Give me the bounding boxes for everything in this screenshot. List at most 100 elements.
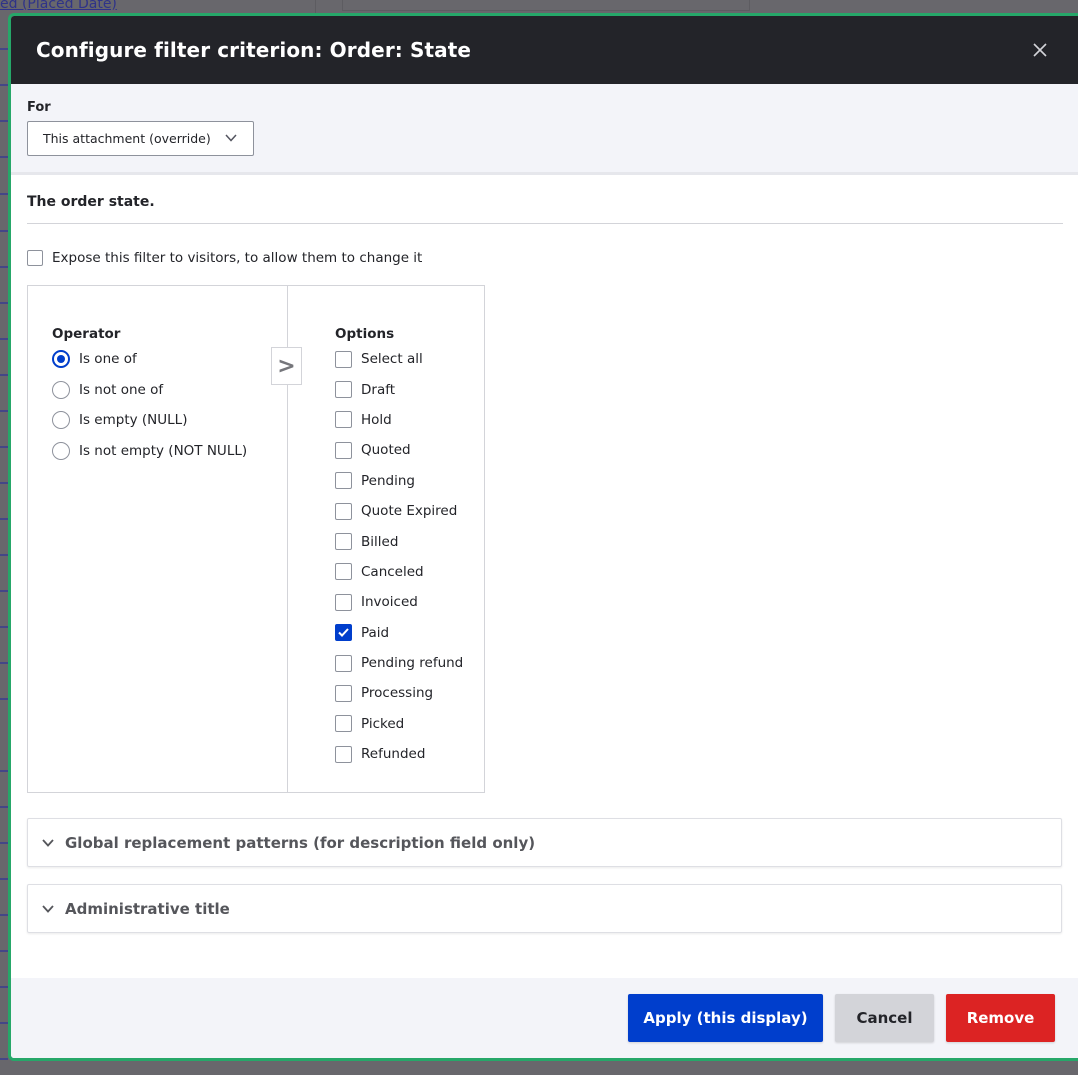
option-item[interactable]: Quote Expired xyxy=(335,496,463,526)
option-checkbox[interactable] xyxy=(335,745,352,763)
option-checkbox[interactable] xyxy=(335,350,352,368)
option-label: Hold xyxy=(361,411,392,428)
operator-radio[interactable] xyxy=(52,441,70,460)
option-checkbox[interactable] xyxy=(335,502,352,520)
background-link-stub xyxy=(0,48,8,50)
background-link-stub xyxy=(0,878,8,880)
option-item[interactable]: Refunded xyxy=(335,739,463,769)
background-link-stub xyxy=(0,338,8,340)
option-checkbox[interactable] xyxy=(335,381,352,399)
administrative-title-toggle[interactable]: Administrative title xyxy=(27,884,1062,933)
option-item[interactable]: Canceled xyxy=(335,557,463,587)
background-divider xyxy=(315,0,316,14)
option-label: Pending refund xyxy=(361,655,464,672)
option-item[interactable]: Picked xyxy=(335,709,463,739)
background-link: ed (Placed Date) xyxy=(0,0,117,12)
chevron-down-icon xyxy=(42,904,54,913)
background-link-stub xyxy=(0,374,8,376)
option-checkbox[interactable] xyxy=(335,411,352,429)
option-label: Refunded xyxy=(361,746,426,763)
for-select[interactable]: This attachment (override) xyxy=(27,121,254,156)
background-link-stub xyxy=(0,770,8,772)
option-item[interactable]: Invoiced xyxy=(335,587,463,617)
section-label: Global replacement patterns (for descrip… xyxy=(65,833,536,852)
option-item[interactable]: Hold xyxy=(335,405,463,435)
for-section: For This attachment (override) xyxy=(11,84,1078,175)
background-link-stub xyxy=(0,482,8,484)
background-link-stub xyxy=(0,193,8,195)
apply-button[interactable]: Apply (this display) xyxy=(628,994,823,1042)
global-replacement-patterns-toggle[interactable]: Global replacement patterns (for descrip… xyxy=(27,818,1062,867)
option-checkbox[interactable] xyxy=(335,593,352,611)
background-panel xyxy=(342,0,750,11)
dialog-content: The order state. Expose this filter to v… xyxy=(11,175,1078,933)
option-checkbox[interactable] xyxy=(335,441,352,459)
operator-option[interactable]: Is one of xyxy=(52,344,287,375)
option-label: Pending xyxy=(361,472,415,489)
background-link-stub xyxy=(0,518,8,520)
option-item[interactable]: Paid xyxy=(335,618,463,648)
option-checkbox[interactable] xyxy=(335,472,352,490)
operator-option[interactable]: Is not empty (NOT NULL) xyxy=(52,436,287,467)
option-checkbox[interactable] xyxy=(335,654,352,672)
option-label: Paid xyxy=(361,624,390,641)
options-checkbox-group: Select all Draft Hold Quoted Pending Quote Ex… xyxy=(335,344,463,769)
option-checkbox[interactable] xyxy=(335,563,352,581)
option-label: Select all xyxy=(361,351,423,368)
background-link-stub xyxy=(0,446,8,448)
options-title: Options xyxy=(335,326,395,342)
background-link-stub xyxy=(0,84,8,86)
background-link-stub xyxy=(0,806,8,808)
expose-filter-checkbox[interactable] xyxy=(27,250,43,266)
collapse-arrow-button[interactable]: > xyxy=(271,347,302,385)
background-link-stub xyxy=(0,842,8,844)
background-link-stub xyxy=(0,410,8,412)
option-label: Draft xyxy=(361,381,396,398)
dialog-title: Configure filter criterion: Order: State xyxy=(36,38,472,62)
cancel-button[interactable]: Cancel xyxy=(835,994,934,1042)
option-checkbox[interactable] xyxy=(335,533,352,551)
for-select-value: This attachment (override) xyxy=(43,131,211,146)
option-checkbox[interactable] xyxy=(335,715,352,733)
option-item[interactable]: Pending refund xyxy=(335,648,463,678)
option-checkbox[interactable] xyxy=(335,624,352,642)
for-label: For xyxy=(27,100,51,115)
operator-radio[interactable] xyxy=(52,411,70,430)
background-link-stub xyxy=(0,230,8,232)
close-button[interactable] xyxy=(1030,40,1050,60)
options-column: Options Select all Draft Hold Quoted Pending… xyxy=(288,286,463,792)
option-label: Canceled xyxy=(361,563,424,580)
option-item[interactable]: Processing xyxy=(335,678,463,708)
background-link-stub xyxy=(0,914,8,916)
background-link-stub xyxy=(0,626,8,628)
dialog-footer: Apply (this display) Cancel Remove xyxy=(11,978,1078,1058)
option-item[interactable]: Billed xyxy=(335,526,463,556)
background-link-stub xyxy=(0,590,8,592)
remove-button[interactable]: Remove xyxy=(946,994,1055,1042)
option-checkbox[interactable] xyxy=(335,684,352,702)
background-link-stub xyxy=(0,1022,8,1024)
option-item[interactable]: Quoted xyxy=(335,435,463,465)
option-label: Invoiced xyxy=(361,594,418,611)
option-item[interactable]: Select all xyxy=(335,344,463,374)
option-item[interactable]: Draft xyxy=(335,374,463,404)
option-label: Processing xyxy=(361,685,434,702)
chevron-down-icon xyxy=(225,134,237,142)
background-link-stub xyxy=(0,554,8,556)
operator-option-label: Is not empty (NOT NULL) xyxy=(79,442,248,459)
background-link-stub xyxy=(0,302,8,304)
operator-option[interactable]: Is empty (NULL) xyxy=(52,405,287,436)
option-label: Quote Expired xyxy=(361,503,458,520)
operator-option[interactable]: Is not one of xyxy=(52,375,287,406)
close-icon xyxy=(1033,43,1047,57)
expose-filter-row[interactable]: Expose this filter to visitors, to allow… xyxy=(27,250,1063,266)
filter-description: The order state. xyxy=(27,175,1063,224)
option-item[interactable]: Pending xyxy=(335,466,463,496)
option-label: Billed xyxy=(361,533,399,550)
operator-option-label: Is not one of xyxy=(79,381,164,398)
operator-option-label: Is one of xyxy=(79,351,137,368)
expose-filter-label: Expose this filter to visitors, to allow… xyxy=(52,250,423,266)
operator-radio[interactable] xyxy=(52,380,70,399)
section-label: Administrative title xyxy=(65,899,230,918)
operator-radio[interactable] xyxy=(52,350,70,369)
